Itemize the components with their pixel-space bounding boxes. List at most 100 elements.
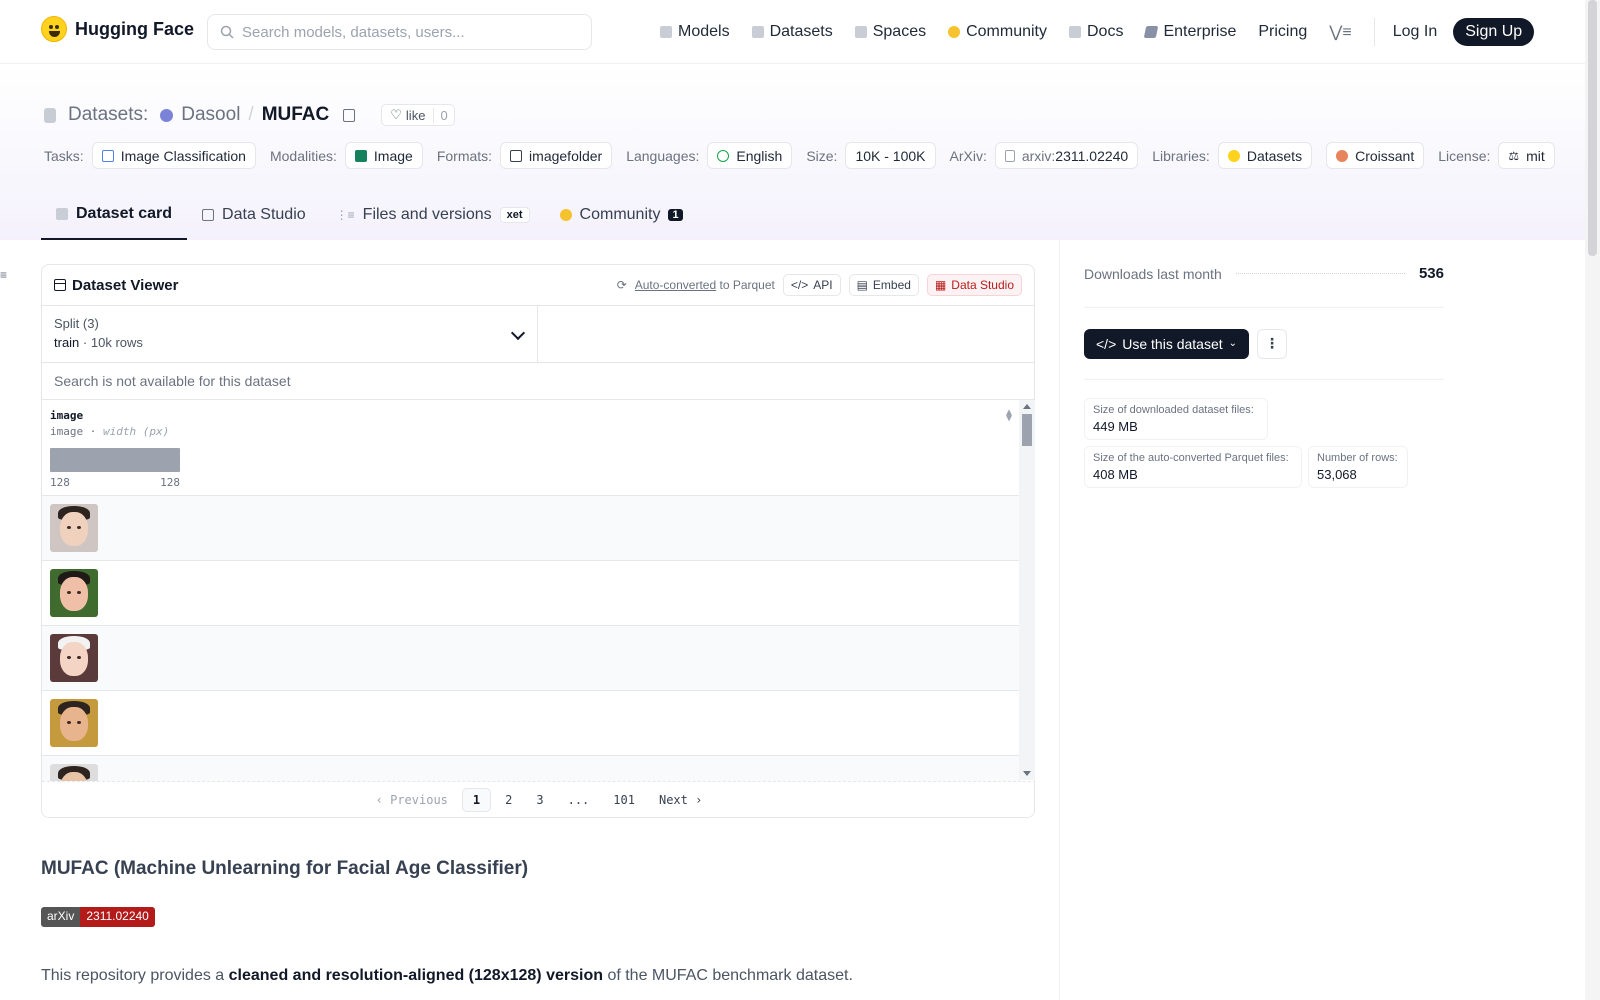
arxiv-badge[interactable]: arXiv 2311.02240 — [41, 907, 155, 927]
to-parquet-text: to Parquet — [719, 278, 775, 292]
tab-community[interactable]: Community 1 — [545, 196, 698, 234]
histogram-bar[interactable] — [50, 448, 180, 472]
arxiv-prefix: arxiv: — [1021, 147, 1056, 164]
table-row[interactable] — [42, 691, 1020, 756]
dataset-stats: Size of downloaded dataset files: 449 MB … — [1084, 380, 1444, 488]
nav-divider — [1373, 18, 1375, 46]
para-bold: cleaned and resolution-aligned (128x128)… — [228, 967, 603, 984]
prev-page-button[interactable]: ‹ Previous — [366, 789, 458, 811]
para-start: This repository provides a — [41, 967, 225, 984]
data-studio-button[interactable]: ▦ Data Studio — [926, 274, 1022, 296]
nav-pricing[interactable]: Pricing — [1258, 23, 1307, 41]
scroll-up-icon[interactable] — [1023, 404, 1031, 409]
nav-docs[interactable]: Docs — [1069, 23, 1123, 41]
hist-min: 128 — [50, 476, 70, 489]
copy-icon[interactable] — [343, 108, 356, 122]
nav-models[interactable]: Models — [660, 23, 730, 41]
stat-label: Number of rows: — [1317, 452, 1398, 464]
auto-converted-link[interactable]: Auto-converted to Parquet — [635, 278, 775, 292]
tag-license[interactable]: ⚖ mit — [1498, 142, 1555, 169]
downloads-sparkline — [1235, 273, 1405, 274]
table-row[interactable] — [42, 626, 1020, 691]
table-row[interactable] — [42, 561, 1020, 626]
nav-community[interactable]: Community — [948, 23, 1047, 41]
logo-link[interactable]: Hugging Face — [41, 16, 194, 42]
spaces-icon — [854, 26, 867, 38]
next-page-button[interactable]: Next › — [649, 789, 712, 811]
more-options-icon[interactable]: ⋮ — [1257, 328, 1288, 359]
tag-image[interactable]: Image — [344, 142, 423, 169]
sort-icon[interactable]: ▲ ▼ — [1006, 408, 1012, 424]
stat-rows: Number of rows: 53,068 — [1308, 446, 1408, 488]
enterprise-icon — [1144, 26, 1159, 38]
prev-label: Previous — [390, 792, 448, 807]
community-count: 1 — [668, 209, 683, 221]
repo-type-label[interactable]: Datasets: — [68, 104, 148, 126]
downloads-label: Downloads last month — [1084, 265, 1222, 282]
tag-text: English — [736, 147, 783, 164]
embed-button[interactable]: ▤ Embed — [848, 274, 919, 296]
tab-dataset-card[interactable]: Dataset card — [41, 196, 188, 240]
tag-datasets-lib[interactable]: Datasets — [1217, 142, 1313, 169]
repo-owner[interactable]: Dasool — [181, 104, 240, 126]
like-count: 0 — [433, 107, 453, 123]
tab-data-studio[interactable]: Data Studio — [187, 196, 321, 234]
tag-text: Datasets — [1246, 147, 1303, 164]
tag-text: Image — [373, 147, 413, 164]
like-button[interactable]: ♡ like 0 — [381, 104, 455, 126]
page-1[interactable]: 1 — [461, 787, 492, 812]
size-label: Size: — [806, 147, 838, 164]
scroll-down-icon[interactable] — [1023, 771, 1031, 776]
nav-datasets[interactable]: Datasets — [751, 23, 833, 41]
nav-spaces[interactable]: Spaces — [854, 23, 927, 41]
split-rows: 10k rows — [90, 335, 143, 350]
page-101[interactable]: 101 — [603, 789, 645, 811]
tag-imagefolder[interactable]: imagefolder — [500, 142, 613, 169]
search-box[interactable] — [207, 14, 592, 50]
nav-enterprise[interactable]: Enterprise — [1144, 23, 1236, 41]
chevron-down-icon: ⌄ — [1228, 338, 1238, 349]
viewer-actions: ⟳ Auto-converted to Parquet </> API ▤ Embe… — [617, 274, 1022, 296]
column-header-image[interactable]: image image · width (px) 128 128 ▲ ▼ — [42, 400, 1020, 496]
split-select[interactable]: Split (3) train · 10k rows — [42, 306, 538, 362]
tag-english[interactable]: English — [707, 142, 793, 169]
page-scrollbar[interactable] — [1585, 0, 1600, 1000]
page-scroll-thumb[interactable] — [1588, 0, 1597, 256]
tab-files[interactable]: ⋮≡ Files and versions xet — [321, 196, 545, 234]
face-thumbnail[interactable] — [50, 699, 98, 747]
nav-models-label: Models — [678, 23, 730, 40]
signup-button[interactable]: Sign Up — [1453, 18, 1535, 46]
stat-parquet-size: Size of the auto-converted Parquet files… — [1084, 446, 1302, 488]
tag-image-classification[interactable]: Image Classification — [91, 142, 256, 169]
dataset-card-icon — [56, 208, 68, 220]
page-3[interactable]: 3 — [526, 789, 553, 811]
repo-name[interactable]: MUFAC — [262, 104, 330, 126]
code-icon: </> — [790, 278, 809, 292]
tab-label: Files and versions — [362, 206, 492, 223]
license-label: License: — [1438, 147, 1491, 164]
tag-arxiv[interactable]: arxiv: 2311.02240 — [994, 142, 1139, 169]
use-dataset-button[interactable]: </> Use this dataset ⌄ — [1084, 328, 1250, 359]
face-thumbnail[interactable] — [50, 504, 98, 552]
login-link[interactable]: Log In — [1393, 23, 1437, 41]
tag-size[interactable]: 10K - 100K — [845, 142, 936, 169]
toc-toggle-icon[interactable]: ≡ — [0, 268, 7, 282]
tag-text: 2311.02240 — [1055, 147, 1129, 164]
more-menu-icon[interactable]: ⋁≡ — [1329, 22, 1351, 42]
face-thumbnail[interactable] — [50, 569, 98, 617]
page-ellipsis: ... — [567, 792, 590, 807]
column-type-sep: · — [89, 425, 97, 438]
image-classification-icon — [101, 149, 114, 162]
scroll-thumb[interactable] — [1022, 414, 1032, 446]
nav-spaces-label: Spaces — [872, 23, 927, 40]
tag-croissant[interactable]: Croissant — [1326, 142, 1425, 169]
table-row[interactable] — [42, 496, 1020, 561]
datasets-icon — [751, 26, 764, 38]
face-thumbnail[interactable] — [50, 634, 98, 682]
chevron-right-icon: › — [687, 792, 703, 807]
viewer-scrollbar[interactable] — [1019, 400, 1035, 780]
search-input[interactable] — [242, 23, 572, 41]
libraries-label: Libraries: — [1152, 147, 1210, 164]
page-2[interactable]: 2 — [495, 789, 522, 811]
api-button[interactable]: </> API — [782, 274, 841, 296]
